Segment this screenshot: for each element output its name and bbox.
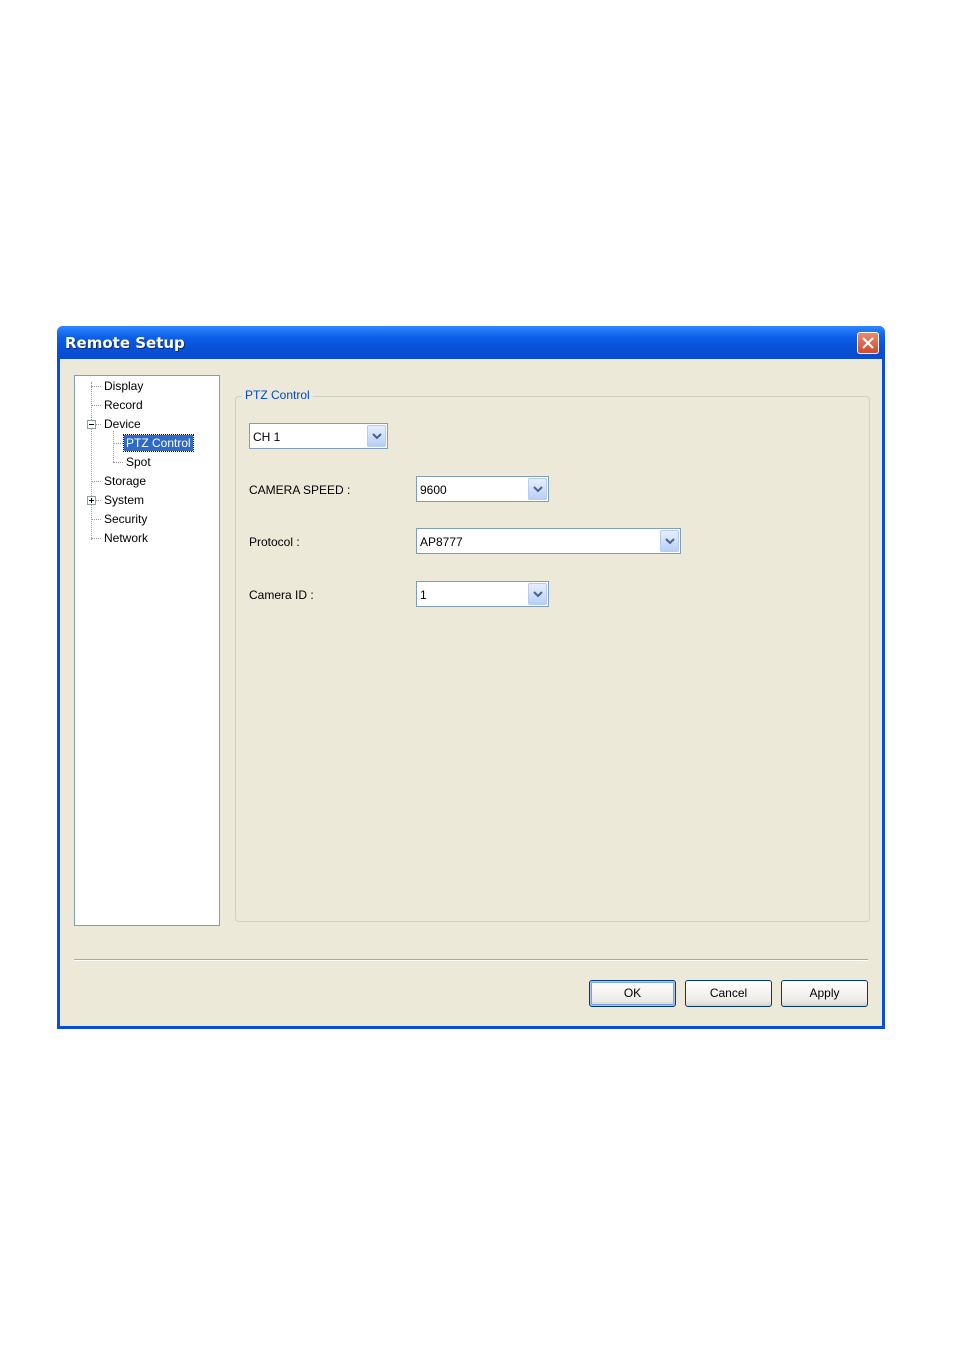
close-icon <box>862 337 874 349</box>
tree-item-display[interactable]: Display <box>102 378 145 394</box>
tree-connector <box>91 386 101 387</box>
expand-system-icon[interactable] <box>87 496 96 505</box>
camera-id-select[interactable]: 1 <box>416 581 549 607</box>
chevron-down-icon <box>372 433 382 440</box>
tree-item-ptz-control[interactable]: PTZ Control <box>123 434 194 452</box>
chevron-down-icon <box>533 486 543 493</box>
tree-connector <box>91 481 101 482</box>
collapse-device-icon[interactable] <box>87 420 96 429</box>
protocol-label: Protocol : <box>249 535 300 549</box>
window-title: Remote Setup <box>65 334 185 352</box>
channel-dropdown-button[interactable] <box>367 425 386 447</box>
tree-item-system[interactable]: System <box>102 492 146 508</box>
chevron-down-icon <box>665 538 675 545</box>
remote-setup-window: Remote Setup Display Record Device PTZ C… <box>57 326 885 1029</box>
dialog-client-area: Display Record Device PTZ Control Spot S… <box>60 359 882 1026</box>
camera-speed-label: CAMERA SPEED : <box>249 483 351 497</box>
settings-tree[interactable]: Display Record Device PTZ Control Spot S… <box>74 375 220 926</box>
camera-id-dropdown-button[interactable] <box>528 583 547 605</box>
tree-item-device[interactable]: Device <box>102 416 143 432</box>
channel-select[interactable]: CH 1 <box>249 423 388 449</box>
camera-speed-value: 9600 <box>420 483 447 497</box>
close-button[interactable] <box>857 332 879 354</box>
tree-connector <box>91 538 101 539</box>
camera-speed-select[interactable]: 9600 <box>416 476 549 502</box>
ok-button[interactable]: OK <box>589 980 676 1007</box>
tree-connector <box>113 462 123 463</box>
protocol-select[interactable]: AP8777 <box>416 528 681 554</box>
camera-speed-dropdown-button[interactable] <box>528 478 547 500</box>
cancel-button[interactable]: Cancel <box>685 980 772 1007</box>
tree-connector <box>113 431 114 462</box>
title-bar[interactable]: Remote Setup <box>57 326 885 359</box>
tree-connector <box>96 500 101 501</box>
tree-item-spot[interactable]: Spot <box>124 454 153 470</box>
button-separator <box>74 959 868 961</box>
apply-button[interactable]: Apply <box>781 980 868 1007</box>
channel-select-value: CH 1 <box>253 430 281 444</box>
tree-item-storage[interactable]: Storage <box>102 473 148 489</box>
camera-id-value: 1 <box>420 588 427 602</box>
chevron-down-icon <box>533 591 543 598</box>
camera-id-label: Camera ID : <box>249 588 314 602</box>
tree-item-security[interactable]: Security <box>102 511 149 527</box>
protocol-dropdown-button[interactable] <box>660 530 679 552</box>
tree-connector <box>96 424 101 425</box>
tree-connector <box>113 443 123 444</box>
tree-item-record[interactable]: Record <box>102 397 145 413</box>
tree-item-network[interactable]: Network <box>102 530 150 546</box>
tree-connector <box>91 519 101 520</box>
protocol-value: AP8777 <box>420 535 463 549</box>
ptz-control-group <box>235 396 870 922</box>
ptz-control-group-title: PTZ Control <box>242 388 313 402</box>
tree-connector <box>91 405 101 406</box>
